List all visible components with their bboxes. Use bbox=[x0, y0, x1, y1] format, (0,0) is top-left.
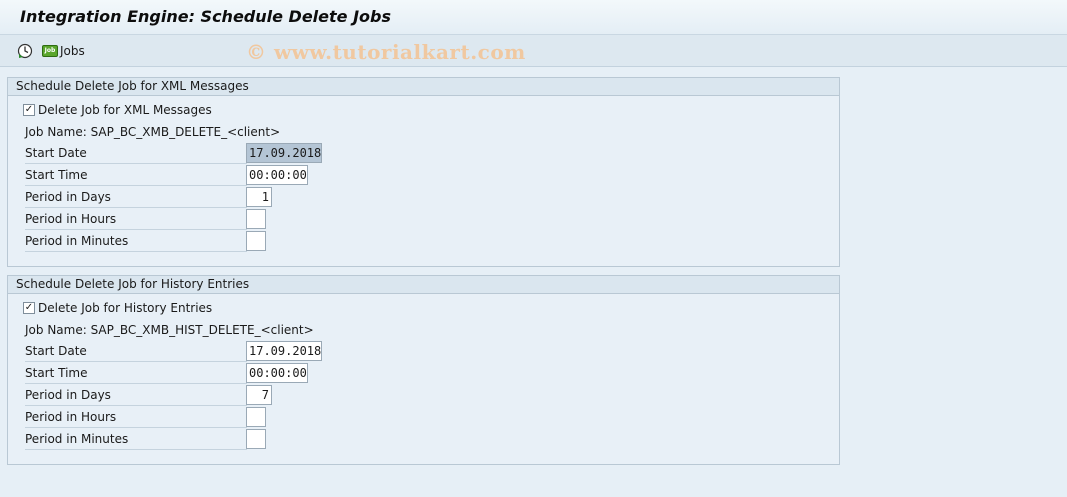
hist-checkbox-row: ✓ Delete Job for History Entries bbox=[16, 297, 212, 319]
hist-hours-row: Period in Hours bbox=[25, 406, 247, 428]
xml-start-date-row: Start Date bbox=[25, 142, 247, 164]
xml-job-name: Job Name: SAP_BC_XMB_DELETE_<client> bbox=[25, 121, 280, 143]
xml-minutes-row: Period in Minutes bbox=[25, 230, 247, 252]
start-time-label: Start Time bbox=[25, 363, 247, 384]
group-header: Schedule Delete Job for History Entries bbox=[8, 276, 839, 294]
hours-label: Period in Hours bbox=[25, 407, 247, 428]
xml-hours-row: Period in Hours bbox=[25, 208, 247, 230]
watermark: © www.tutorialkart.com bbox=[246, 40, 526, 64]
job-name-text: Job Name: SAP_BC_XMB_HIST_DELETE_<client… bbox=[25, 323, 314, 337]
group-header: Schedule Delete Job for XML Messages bbox=[8, 78, 839, 96]
xml-start-date-field[interactable]: 17.09.2018 bbox=[246, 143, 322, 163]
hist-start-time-row: Start Time bbox=[25, 362, 247, 384]
hist-delete-checkbox[interactable]: ✓ bbox=[23, 302, 35, 314]
start-date-label: Start Date bbox=[25, 143, 247, 164]
jobs-button-label: Jobs bbox=[60, 43, 85, 58]
application-toolbar: Job Jobs © www.tutorialkart.com bbox=[0, 35, 1067, 67]
jobs-button[interactable]: Job Jobs bbox=[42, 44, 85, 58]
checkbox-label: Delete Job for History Entries bbox=[38, 301, 213, 315]
job-icon: Job bbox=[42, 44, 58, 57]
minutes-label: Period in Minutes bbox=[25, 231, 247, 252]
hist-start-date-row: Start Date bbox=[25, 340, 247, 362]
hist-job-name: Job Name: SAP_BC_XMB_HIST_DELETE_<client… bbox=[25, 319, 314, 341]
hist-start-time-field[interactable]: 00:00:00 bbox=[246, 363, 308, 383]
xml-days-row: Period in Days bbox=[25, 186, 247, 208]
title-bar: Integration Engine: Schedule Delete Jobs bbox=[0, 0, 1067, 35]
clock-execute-icon[interactable] bbox=[16, 42, 34, 60]
hist-minutes-row: Period in Minutes bbox=[25, 428, 247, 450]
days-label: Period in Days bbox=[25, 187, 247, 208]
minutes-label: Period in Minutes bbox=[25, 429, 247, 450]
hist-start-date-field[interactable]: 17.09.2018 bbox=[246, 341, 322, 361]
hist-hours-field[interactable] bbox=[246, 407, 266, 427]
xml-hours-field[interactable] bbox=[246, 209, 266, 229]
start-time-label: Start Time bbox=[25, 165, 247, 186]
xml-checkbox-row: ✓ Delete Job for XML Messages bbox=[16, 99, 212, 121]
days-label: Period in Days bbox=[25, 385, 247, 406]
xml-start-time-row: Start Time bbox=[25, 164, 247, 186]
xml-start-time-field[interactable]: 00:00:00 bbox=[246, 165, 308, 185]
hist-minutes-field[interactable] bbox=[246, 429, 266, 449]
hist-days-field[interactable]: 7 bbox=[246, 385, 272, 405]
hist-days-row: Period in Days bbox=[25, 384, 247, 406]
job-name-text: Job Name: SAP_BC_XMB_DELETE_<client> bbox=[25, 125, 281, 139]
page-title: Integration Engine: Schedule Delete Jobs bbox=[20, 7, 391, 26]
xml-delete-checkbox[interactable]: ✓ bbox=[23, 104, 35, 116]
xml-days-field[interactable]: 1 bbox=[246, 187, 272, 207]
start-date-label: Start Date bbox=[25, 341, 247, 362]
hours-label: Period in Hours bbox=[25, 209, 247, 230]
xml-minutes-field[interactable] bbox=[246, 231, 266, 251]
checkbox-label: Delete Job for XML Messages bbox=[38, 103, 212, 117]
